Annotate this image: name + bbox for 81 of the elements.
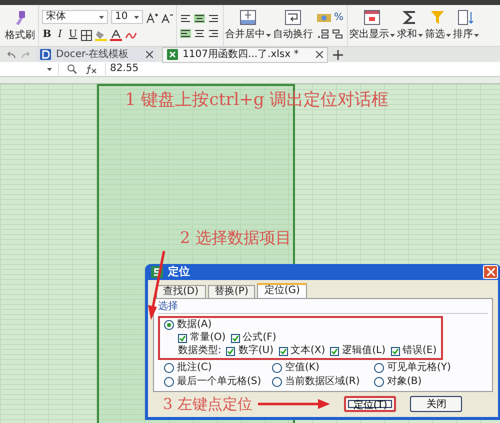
fill-color-icon[interactable] bbox=[95, 30, 107, 40]
checkbox-option[interactable]: 逻辑值(L) bbox=[330, 345, 386, 357]
close-button[interactable] bbox=[483, 265, 498, 279]
radio-option[interactable]: 空值(K) bbox=[272, 362, 374, 374]
increase-decimal-icon[interactable] bbox=[317, 29, 329, 39]
radio-option[interactable]: 批注(C) bbox=[164, 362, 272, 374]
caret-icon[interactable] bbox=[390, 34, 395, 36]
ribbon-button[interactable]: 合并居中 bbox=[225, 29, 271, 41]
checkbox-option[interactable]: 公式(F) bbox=[230, 332, 276, 344]
dialog-tab[interactable]: 定位(G) bbox=[257, 283, 307, 298]
checkbox-icon[interactable] bbox=[230, 334, 240, 342]
caret-icon[interactable] bbox=[418, 34, 423, 36]
wrap-text-icon[interactable] bbox=[285, 10, 301, 25]
caret-icon[interactable] bbox=[134, 16, 139, 18]
spreadsheet-file-icon bbox=[166, 49, 178, 60]
checkbox-icon[interactable] bbox=[226, 346, 236, 356]
font-size-field[interactable]: 10 bbox=[111, 10, 143, 24]
percent-button[interactable]: % bbox=[334, 12, 344, 24]
align-icon[interactable] bbox=[194, 28, 205, 38]
checkbox-icon[interactable] bbox=[390, 346, 400, 356]
document-tab[interactable]: Docer-在线模板 bbox=[36, 48, 157, 62]
section-label: 选择 bbox=[158, 301, 488, 314]
radio-option[interactable]: 当前数据区域(R) bbox=[272, 376, 374, 388]
font-name-field[interactable]: 宋体 bbox=[42, 10, 108, 24]
annotation-text: 3 左键点定位 bbox=[163, 395, 252, 413]
function-icon[interactable] bbox=[85, 64, 97, 74]
new-tab-icon[interactable] bbox=[332, 50, 343, 60]
caret-icon[interactable] bbox=[99, 16, 104, 18]
align-icon[interactable] bbox=[194, 14, 205, 22]
checkbox-icon[interactable] bbox=[278, 346, 288, 356]
document-tab[interactable]: 1107用函数四...了.xlsx * bbox=[162, 46, 328, 62]
close-icon bbox=[486, 268, 494, 276]
align-icon[interactable] bbox=[180, 28, 191, 38]
checkbox-option[interactable]: 常量(O) bbox=[178, 332, 226, 344]
checkbox-option[interactable]: 错误(E) bbox=[390, 345, 437, 357]
ribbon-button[interactable]: 突出显示 bbox=[349, 29, 395, 41]
merge-cells-icon[interactable] bbox=[240, 10, 256, 25]
format-painter-label[interactable]: 格式刷 bbox=[5, 30, 35, 42]
close-icon[interactable] bbox=[316, 51, 323, 58]
checkbox-icon[interactable] bbox=[178, 334, 187, 342]
dialog-tab[interactable]: 查找(D) bbox=[156, 285, 206, 298]
currency-icon[interactable] bbox=[317, 13, 331, 23]
ribbon-button[interactable]: 筛选 bbox=[425, 29, 451, 41]
checkbox-icon[interactable] bbox=[330, 346, 340, 356]
checkbox-option[interactable]: 文本(X) bbox=[278, 345, 326, 357]
radio-option[interactable]: 数据(A) bbox=[164, 319, 437, 331]
caret-icon[interactable] bbox=[474, 34, 479, 36]
format-button[interactable]: U bbox=[68, 29, 78, 41]
border-icon[interactable] bbox=[81, 30, 92, 40]
align-icon[interactable] bbox=[208, 28, 219, 38]
caret-icon[interactable] bbox=[446, 34, 451, 36]
radio-option[interactable]: 对象(B) bbox=[374, 376, 482, 388]
highlight-icon[interactable] bbox=[364, 10, 380, 25]
annotation-text: 2 选择数据项目 bbox=[180, 232, 292, 244]
dialog-tab[interactable]: 替换(P) bbox=[208, 285, 256, 298]
dialog-title: 定位 bbox=[168, 266, 190, 278]
align-icon[interactable] bbox=[180, 14, 191, 22]
align-icon[interactable] bbox=[208, 14, 219, 22]
format-button[interactable]: I bbox=[55, 29, 65, 41]
radio-option[interactable]: 最后一个单元格(S) bbox=[164, 376, 272, 388]
ribbon-button[interactable]: 求和 bbox=[397, 29, 423, 41]
radio-option[interactable]: 可见单元格(Y) bbox=[374, 362, 482, 374]
zoom-icon[interactable] bbox=[67, 64, 77, 74]
docer-logo-icon bbox=[40, 49, 51, 60]
format-button[interactable]: B bbox=[42, 29, 52, 41]
data-types-label: 数据类型: bbox=[178, 345, 222, 357]
sigma-icon[interactable] bbox=[402, 10, 418, 25]
radio-button[interactable] bbox=[164, 320, 174, 330]
close-icon[interactable] bbox=[146, 51, 153, 58]
sort-icon[interactable] bbox=[458, 10, 474, 25]
decrease-decimal-icon[interactable] bbox=[332, 29, 344, 39]
ribbon-button[interactable]: 自动换行 bbox=[273, 29, 313, 41]
caret-icon[interactable] bbox=[266, 34, 271, 36]
ribbon-button[interactable]: 排序 bbox=[453, 29, 479, 41]
font-color-icon[interactable] bbox=[110, 30, 122, 40]
shrink-font-icon[interactable] bbox=[161, 12, 173, 22]
checkbox-option[interactable]: 数字(U) bbox=[226, 345, 274, 357]
caret-icon[interactable] bbox=[47, 68, 52, 70]
undo-icon[interactable] bbox=[6, 50, 16, 58]
dialog-button[interactable]: 关闭 bbox=[410, 396, 462, 412]
grow-font-icon[interactable] bbox=[146, 12, 158, 22]
